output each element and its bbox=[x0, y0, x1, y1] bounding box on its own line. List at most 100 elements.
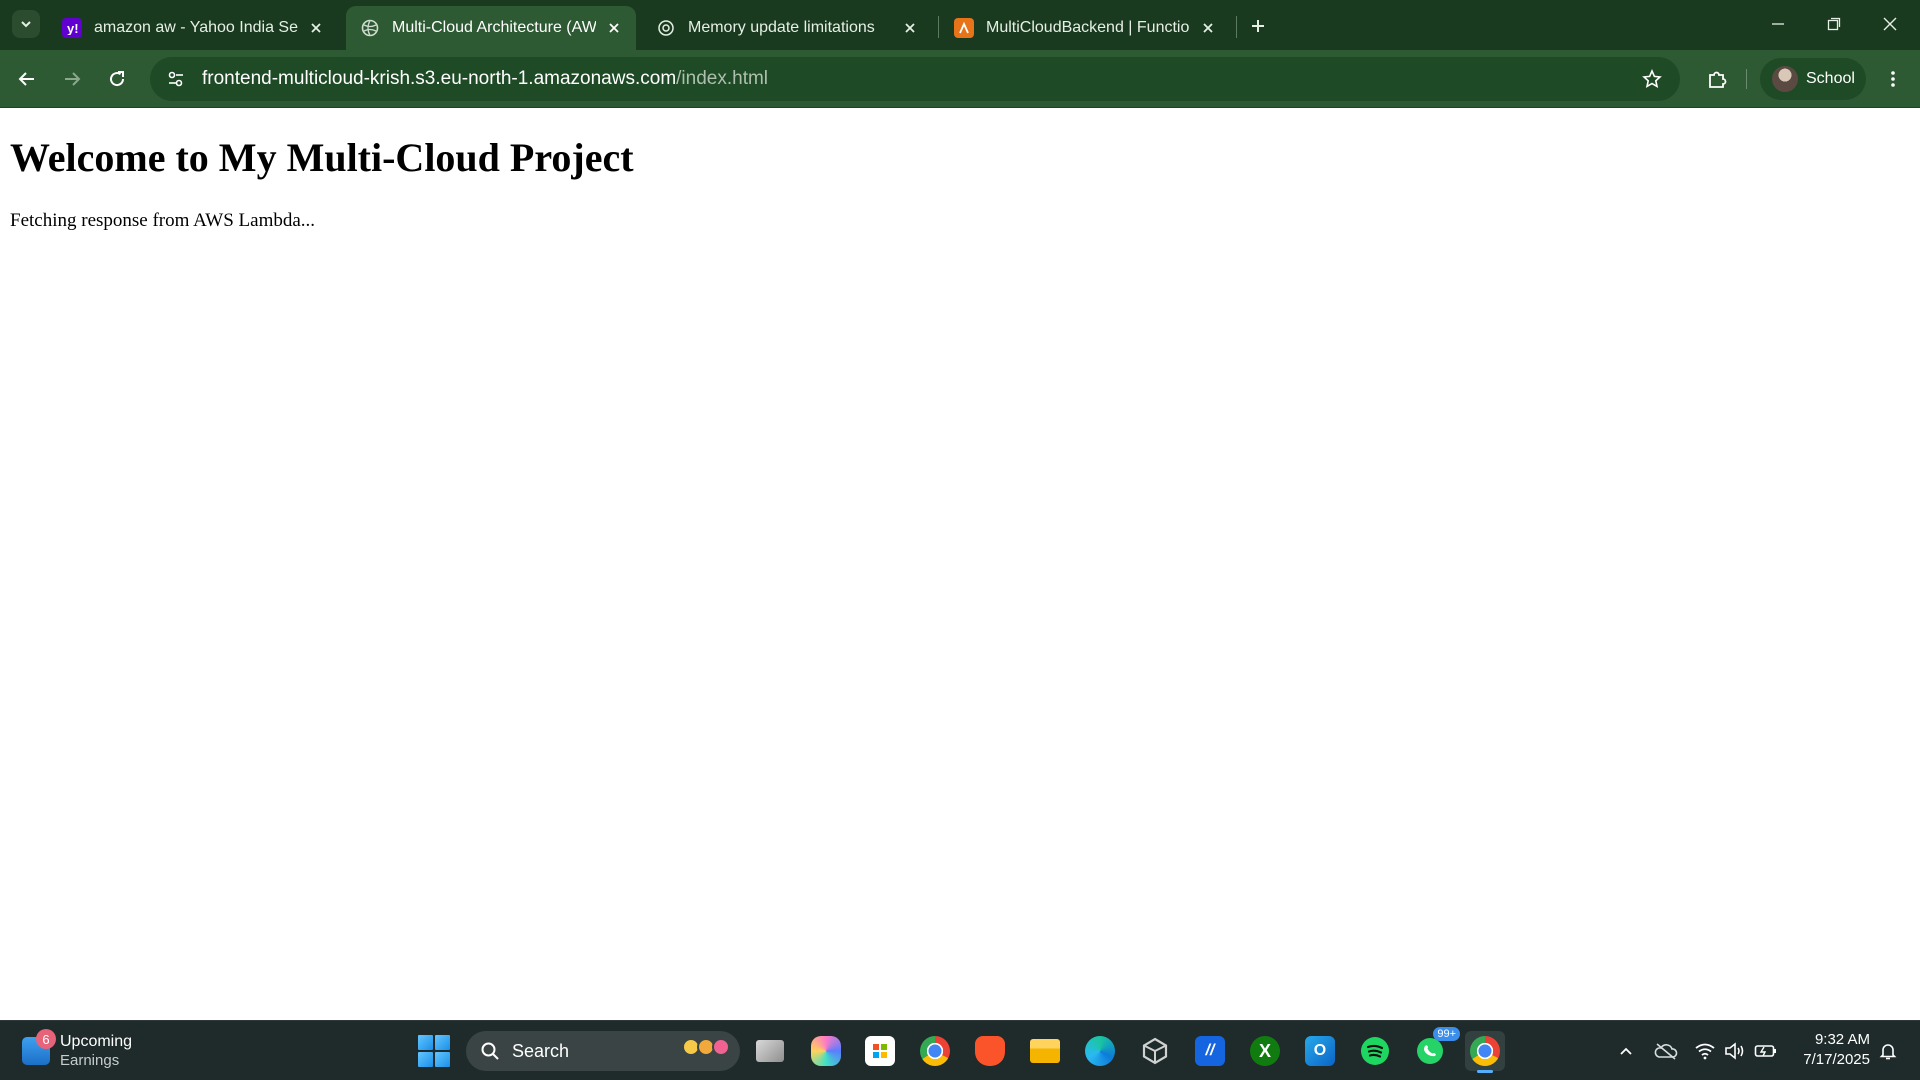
volume-icon[interactable] bbox=[1722, 1031, 1748, 1071]
copilot-icon[interactable] bbox=[806, 1031, 846, 1071]
new-tab-button[interactable] bbox=[1244, 12, 1272, 40]
outlook-icon[interactable]: O bbox=[1300, 1031, 1340, 1071]
tab-strip: y! amazon aw - Yahoo India Search Multi-… bbox=[0, 0, 1920, 50]
stocks-widget-icon: 6 bbox=[22, 1029, 56, 1065]
close-icon bbox=[1883, 17, 1897, 31]
tab-multi-cloud-architecture[interactable]: Multi-Cloud Architecture (AWS) bbox=[346, 6, 636, 50]
widgets-button[interactable]: 6 Upcoming Earnings bbox=[22, 1028, 152, 1074]
minimize-icon bbox=[1772, 23, 1784, 25]
widget-badge: 6 bbox=[36, 1029, 56, 1049]
windows-taskbar: 6 Upcoming Earnings Search // X O 99+ 9:… bbox=[0, 1020, 1920, 1080]
close-icon bbox=[609, 23, 619, 33]
tab-yahoo[interactable]: y! amazon aw - Yahoo India Search bbox=[48, 6, 338, 50]
widget-subtitle: Earnings bbox=[60, 1052, 120, 1069]
windows-logo-pane bbox=[418, 1052, 433, 1067]
close-window-button[interactable] bbox=[1862, 0, 1918, 48]
windows-logo-pane bbox=[435, 1035, 450, 1050]
reload-button[interactable] bbox=[100, 62, 134, 96]
onedrive-icon[interactable] bbox=[1652, 1031, 1680, 1071]
battery-icon[interactable] bbox=[1752, 1031, 1780, 1071]
restore-icon bbox=[1827, 17, 1841, 31]
profile-label: School bbox=[1806, 70, 1855, 87]
widget-title: Upcoming bbox=[60, 1033, 133, 1050]
url-host: frontend-multicloud-krish.s3.eu-north-1.… bbox=[202, 68, 677, 89]
bookmark-button[interactable] bbox=[1638, 65, 1666, 93]
whatsapp-badge: 99+ bbox=[1433, 1027, 1460, 1041]
app-icon[interactable]: // bbox=[1190, 1031, 1230, 1071]
whatsapp-icon[interactable]: 99+ bbox=[1410, 1027, 1460, 1071]
site-info-button[interactable] bbox=[156, 59, 196, 99]
unity-icon[interactable] bbox=[1135, 1031, 1175, 1071]
svg-text:y!: y! bbox=[67, 21, 79, 35]
tab-separator bbox=[938, 16, 939, 38]
browser-menu-button[interactable] bbox=[1876, 62, 1910, 96]
url-text: frontend-multicloud-krish.s3.eu-north-1.… bbox=[202, 68, 768, 90]
extensions-button[interactable] bbox=[1700, 62, 1734, 96]
running-indicator bbox=[1477, 1070, 1493, 1073]
close-tab-button[interactable] bbox=[306, 18, 326, 38]
file-explorer-icon[interactable] bbox=[1025, 1031, 1065, 1071]
star-icon bbox=[1642, 69, 1662, 88]
close-tab-button[interactable] bbox=[1198, 18, 1218, 38]
plus-icon bbox=[1252, 20, 1264, 32]
chrome-icon[interactable] bbox=[915, 1031, 955, 1071]
minimize-button[interactable] bbox=[1750, 0, 1806, 48]
arrow-left-icon bbox=[18, 72, 34, 86]
forward-button[interactable] bbox=[55, 62, 89, 96]
chevron-up-icon bbox=[1620, 1047, 1632, 1055]
close-icon bbox=[1203, 23, 1213, 33]
globe-icon bbox=[360, 18, 380, 38]
search-icon bbox=[480, 1041, 500, 1061]
chatgpt-icon bbox=[656, 18, 676, 38]
restore-button[interactable] bbox=[1806, 0, 1862, 48]
chrome-profile-icon[interactable] bbox=[1465, 1031, 1505, 1073]
aws-lambda-icon bbox=[954, 18, 974, 38]
avatar bbox=[1772, 66, 1798, 92]
clock-time: 9:32 AM bbox=[1814, 1031, 1870, 1048]
close-tab-button[interactable] bbox=[900, 18, 920, 38]
tune-icon bbox=[168, 71, 183, 87]
tab-search-button[interactable] bbox=[12, 10, 40, 38]
taskbar-search[interactable]: Search bbox=[466, 1031, 740, 1071]
microsoft-store-icon[interactable] bbox=[860, 1031, 900, 1071]
search-highlight-emoji-icon bbox=[682, 1038, 730, 1056]
tab-multicloudbackend[interactable]: MultiCloudBackend | Functions bbox=[940, 6, 1230, 50]
tab-title: amazon aw - Yahoo India Search bbox=[94, 19, 298, 36]
close-icon bbox=[311, 23, 321, 33]
start-button[interactable] bbox=[418, 1035, 450, 1067]
show-hidden-icons-button[interactable] bbox=[1612, 1031, 1640, 1071]
chevron-down-icon bbox=[21, 21, 31, 28]
taskbar-clock[interactable]: 9:32 AM 7/17/2025 bbox=[1790, 1030, 1870, 1070]
lambda-status-text: Fetching response from AWS Lambda... bbox=[10, 210, 316, 231]
wifi-icon[interactable] bbox=[1692, 1031, 1718, 1071]
notification-bell-icon[interactable] bbox=[1876, 1039, 1900, 1063]
address-bar[interactable]: frontend-multicloud-krish.s3.eu-north-1.… bbox=[150, 57, 1680, 101]
windows-logo-pane bbox=[418, 1035, 433, 1050]
clock-date: 7/17/2025 bbox=[1803, 1051, 1870, 1068]
close-tab-button[interactable] bbox=[604, 18, 624, 38]
page-content: Welcome to My Multi-Cloud Project Fetchi… bbox=[0, 108, 1920, 1020]
task-view-icon[interactable] bbox=[750, 1031, 790, 1071]
windows-logo-pane bbox=[435, 1052, 450, 1067]
tab-separator bbox=[1236, 16, 1237, 38]
tab-title: Multi-Cloud Architecture (AWS) bbox=[392, 19, 596, 36]
yahoo-icon: y! bbox=[62, 18, 82, 38]
tab-memory-update[interactable]: Memory update limitations bbox=[642, 6, 932, 50]
widget-text: Upcoming Earnings bbox=[60, 1032, 132, 1070]
reload-icon bbox=[110, 71, 125, 87]
brave-icon[interactable] bbox=[970, 1031, 1010, 1071]
url-path: /index.html bbox=[676, 68, 769, 89]
back-button[interactable] bbox=[10, 62, 44, 96]
close-icon bbox=[905, 23, 915, 33]
puzzle-icon bbox=[1709, 71, 1727, 88]
tab-title: MultiCloudBackend | Functions bbox=[986, 19, 1190, 36]
xbox-icon[interactable]: X bbox=[1245, 1031, 1285, 1071]
profile-button[interactable]: School bbox=[1760, 58, 1866, 100]
tab-title: Memory update limitations bbox=[688, 19, 875, 36]
toolbar-divider bbox=[1746, 69, 1747, 89]
search-label: Search bbox=[512, 1040, 570, 1061]
browser-toolbar: frontend-multicloud-krish.s3.eu-north-1.… bbox=[0, 50, 1920, 108]
edge-icon[interactable] bbox=[1080, 1031, 1120, 1071]
arrow-right-icon bbox=[65, 72, 81, 86]
spotify-icon[interactable] bbox=[1355, 1031, 1395, 1071]
